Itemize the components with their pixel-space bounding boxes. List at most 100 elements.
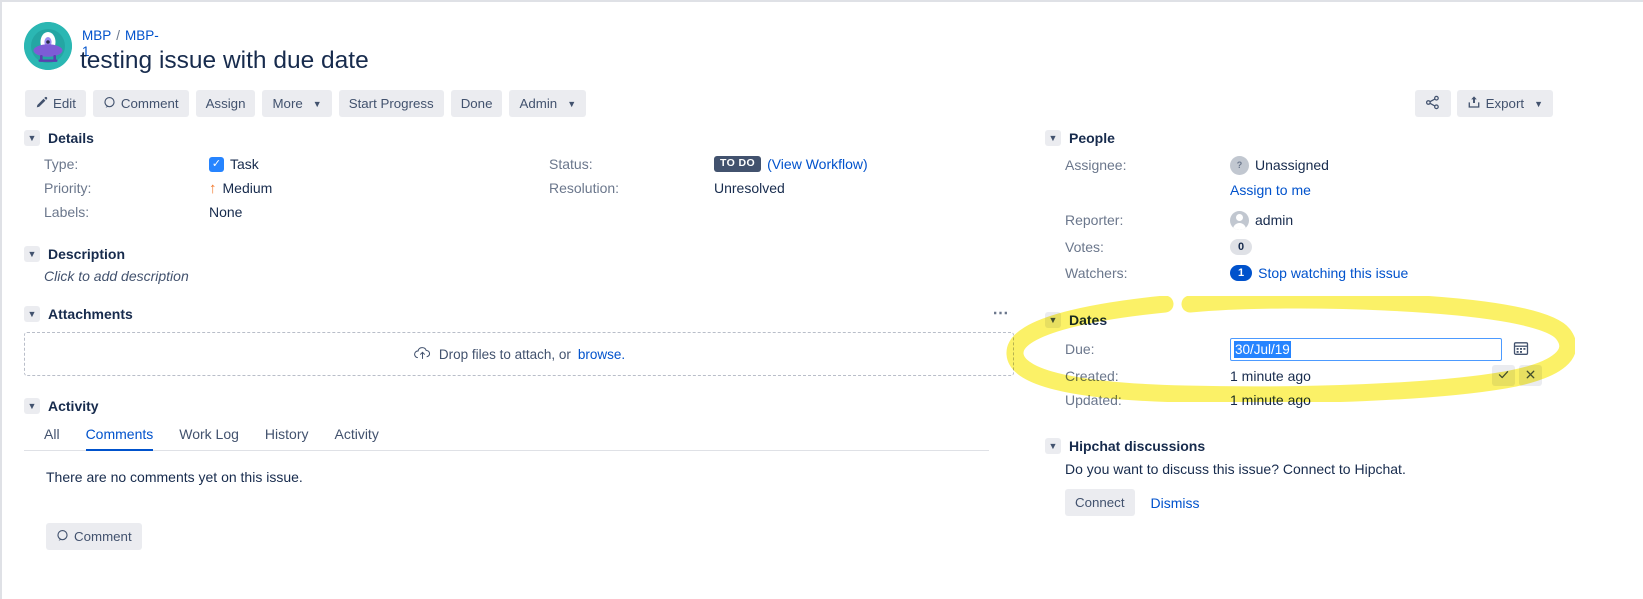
tab-work-log[interactable]: Work Log [179,426,239,451]
check-icon [1497,368,1510,384]
status-badge: TO DO [714,156,762,172]
due-date-confirm-button[interactable] [1492,365,1515,386]
activity-tabs: All Comments Work Log History Activity [24,426,989,451]
details-column-left: Type: ✓ Task Priority: ↑ Medium Labels: … [44,152,549,224]
description-placeholder[interactable]: Click to add description [24,268,1024,284]
more-options-icon[interactable]: ⋯ [993,306,1025,322]
breadcrumb-project-link[interactable]: MBP [82,28,111,43]
share-button[interactable] [1414,90,1451,117]
attachments-heading: ▼ Attachments ⋯ [24,306,1024,322]
chevron-down-icon[interactable]: ▼ [24,306,40,322]
activity-module: ▼ Activity All Comments Work Log History… [24,398,1024,550]
due-date-input[interactable] [1230,337,1502,361]
stop-watching-link[interactable]: Stop watching this issue [1258,265,1408,281]
votes-count-badge: 0 [1230,239,1253,255]
avatar-reporter [1230,210,1249,230]
type-value: Task [230,156,259,172]
page-title: testing issue with due date [80,47,369,74]
hipchat-prompt-text: Do you want to discuss this issue? Conne… [1065,461,1406,477]
admin-button[interactable]: Admin ▼ [509,90,587,117]
chevron-down-icon[interactable]: ▼ [1045,438,1061,454]
field-priority: Priority: ↑ Medium [44,176,549,200]
tab-all[interactable]: All [44,426,60,451]
chevron-down-icon[interactable]: ▼ [1045,312,1061,328]
tab-activity[interactable]: Activity [334,426,378,451]
done-button[interactable]: Done [450,90,503,117]
attachment-dropzone[interactable]: Drop files to attach, or browse. [24,332,1014,376]
cross-icon [1524,368,1537,384]
chevron-down-icon: ▼ [1534,98,1543,109]
field-votes: Votes: 0 [1065,234,1565,260]
admin-button-label: Admin [519,96,558,111]
chevron-down-icon[interactable]: ▼ [1045,130,1061,146]
dates-heading: ▼ Dates [1045,312,1565,328]
resolution-value: Unresolved [714,180,785,196]
export-upload-icon [1467,95,1481,112]
field-status: Status: TO DO (View Workflow) [549,152,1019,176]
browse-link[interactable]: browse. [578,347,625,362]
avatar-unassigned [1230,155,1249,175]
due-date-edit-actions [1492,365,1542,386]
share-icon [1425,95,1440,113]
hipchat-connect-label: Connect [1075,495,1125,510]
field-reporter: Reporter: admin [1065,206,1565,234]
reporter-label: Reporter: [1065,212,1124,228]
type-label: Type: [44,156,79,172]
start-progress-button[interactable]: Start Progress [338,90,444,117]
details-column-right: Status: TO DO (View Workflow) Resolution… [549,152,1019,224]
more-button[interactable]: More ▼ [262,90,332,117]
chevron-down-icon[interactable]: ▼ [24,130,40,146]
tab-comments[interactable]: Comments [85,426,154,451]
attachments-module: ▼ Attachments ⋯ Drop files to attach, or… [24,306,1024,376]
dates-heading-label: Dates [1069,312,1108,328]
details-heading: ▼ Details [24,130,1024,146]
due-date-cancel-button[interactable] [1519,365,1542,386]
field-created: Created: 1 minute ago [1065,364,1565,388]
field-resolution: Resolution: Unresolved [549,176,1019,200]
hipchat-connect-button[interactable]: Connect [1065,489,1135,516]
hipchat-dismiss-link[interactable]: Dismiss [1151,495,1200,511]
add-comment-button-label: Comment [74,529,132,544]
calendar-picker-button[interactable] [1510,338,1531,361]
edit-button-label: Edit [53,96,76,111]
cloud-upload-icon [413,345,432,364]
hipchat-actions: Connect Dismiss [1045,489,1565,516]
priority-label: Priority: [44,180,92,196]
issue-toolbar: Edit Comment Assign More ▼ Start Progres… [25,90,587,117]
no-comments-message: There are no comments yet on this issue. [46,469,303,485]
comment-button[interactable]: Comment [92,90,189,117]
description-heading-label: Description [48,246,126,262]
edit-button[interactable]: Edit [25,90,86,117]
comment-action-area: Comment [24,523,1024,550]
assign-button-label: Assign [205,96,246,111]
watchers-label: Watchers: [1065,265,1128,281]
add-comment-button[interactable]: Comment [46,523,142,550]
field-assignee: Assignee: Unassigned [1065,152,1565,178]
ufo-avatar-icon [24,22,72,70]
status-label: Status: [549,156,593,172]
labels-value: None [209,204,243,220]
priority-medium-icon: ↑ [209,179,217,197]
watchers-count-badge: 1 [1230,265,1253,281]
assign-button[interactable]: Assign [195,90,256,117]
chevron-down-icon[interactable]: ▼ [24,398,40,414]
view-workflow-link[interactable]: (View Workflow) [767,156,868,172]
right-column: ▼ People Assignee: Unassigned Assign to … [1045,130,1565,516]
export-button[interactable]: Export ▼ [1456,90,1553,117]
task-type-icon: ✓ [209,156,224,172]
issue-toolbar-right: Export ▼ [1414,90,1553,117]
updated-value: 1 minute ago [1230,392,1311,408]
description-heading: ▼ Description [24,246,1024,262]
field-labels: Labels: None [44,200,549,224]
speech-bubble-icon [56,529,69,545]
hipchat-heading-label: Hipchat discussions [1069,438,1206,454]
chevron-down-icon[interactable]: ▼ [24,246,40,262]
top-divider [0,0,1643,2]
assignee-label: Assignee: [1065,157,1127,173]
reporter-value: admin [1255,212,1294,228]
tab-history[interactable]: History [265,426,309,451]
field-type: Type: ✓ Task [44,152,549,176]
field-updated: Updated: 1 minute ago [1065,388,1565,412]
start-progress-label: Start Progress [348,96,434,111]
assign-to-me-link[interactable]: Assign to me [1230,182,1311,198]
